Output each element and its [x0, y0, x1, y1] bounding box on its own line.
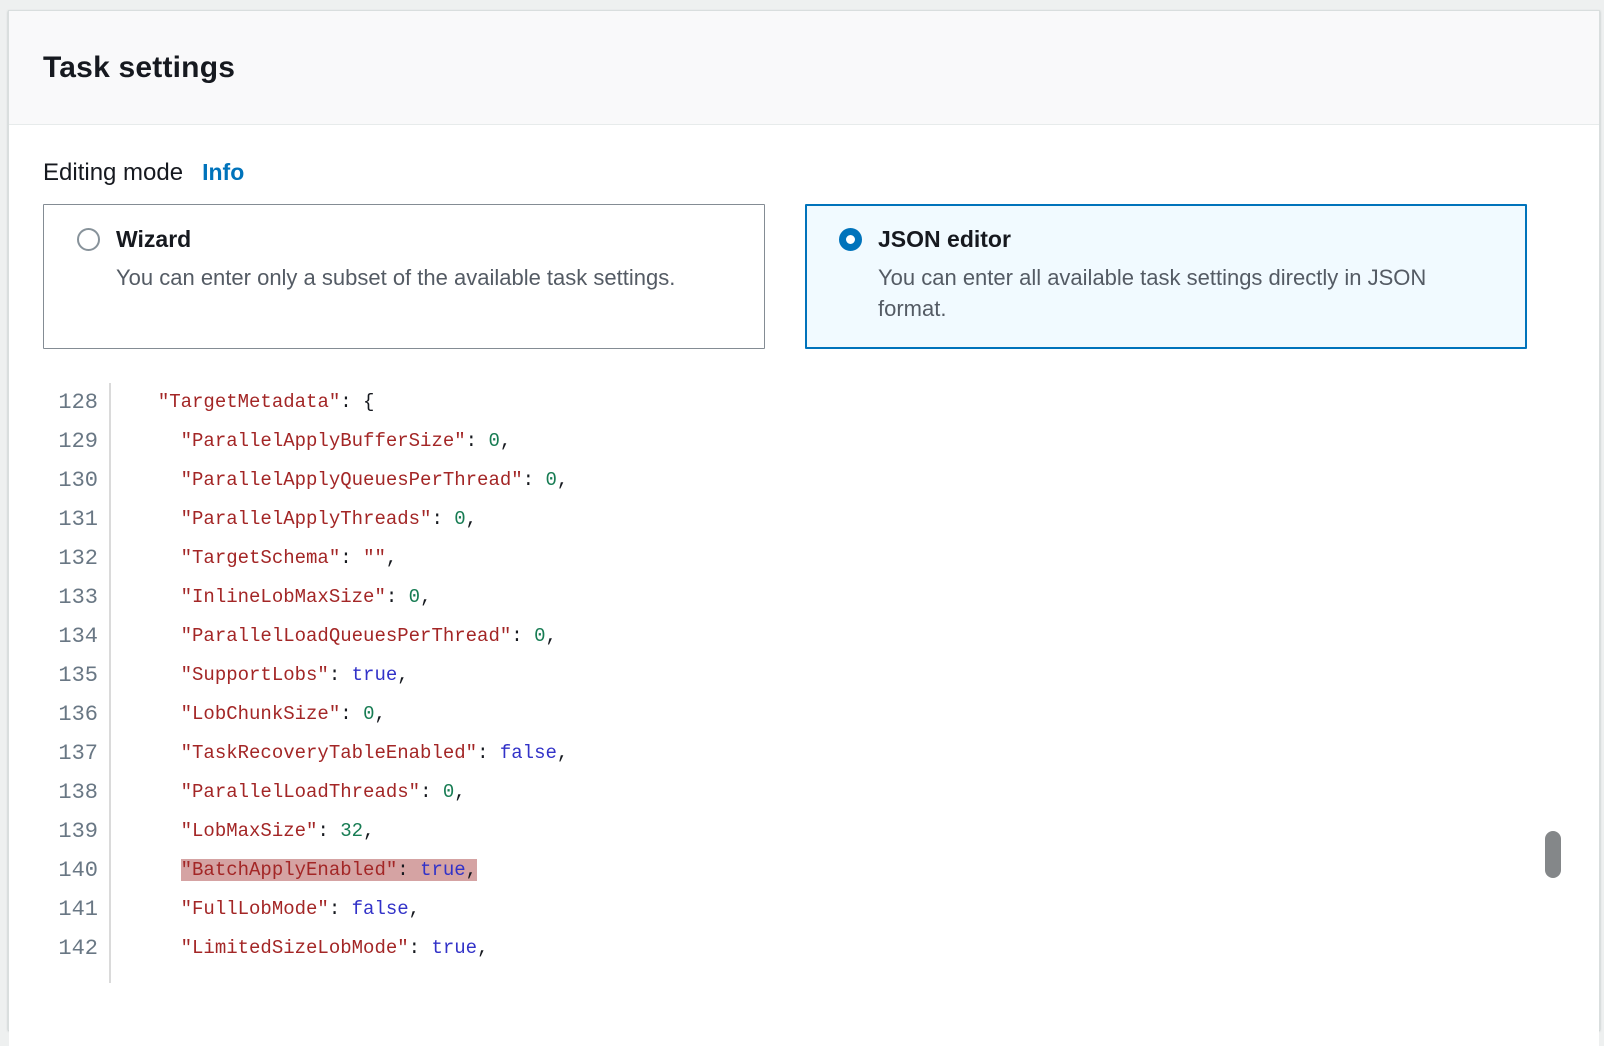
code-line[interactable]: 131 "ParallelApplyThreads": 0, [9, 500, 1599, 539]
code-line[interactable]: 133 "InlineLobMaxSize": 0, [9, 578, 1599, 617]
editing-mode-row: Editing mode Info [43, 159, 1599, 187]
tile-json-editor[interactable]: JSON editor You can enter all available … [805, 204, 1527, 349]
code-line[interactable]: 139 "LobMaxSize": 32, [9, 812, 1599, 851]
line-number: 138 [9, 773, 111, 812]
line-number: 137 [9, 734, 111, 773]
editing-mode-tiles: Wizard You can enter only a subset of th… [43, 204, 1565, 349]
code-line[interactable]: 141 "FullLobMode": false, [9, 890, 1599, 929]
task-settings-panel: Task settings Editing mode Info Wizard Y… [8, 10, 1600, 1030]
scrollbar-thumb[interactable] [1545, 831, 1561, 878]
line-number: 129 [9, 422, 111, 461]
code-content[interactable]: "BatchApplyEnabled": true, [111, 851, 477, 890]
tile-wizard-label: Wizard [116, 226, 191, 253]
panel-header: Task settings [9, 11, 1599, 125]
code-gutter-tail [9, 968, 1599, 983]
line-number: 141 [9, 890, 111, 929]
code-line[interactable]: 142 "LimitedSizeLobMode": true, [9, 929, 1599, 968]
info-link[interactable]: Info [202, 159, 244, 186]
editing-mode-label: Editing mode [43, 159, 183, 187]
code-content[interactable]: "ParallelLoadThreads": 0, [111, 773, 466, 812]
line-number: 140 [9, 851, 111, 890]
line-number: 132 [9, 539, 111, 578]
json-code-editor[interactable]: 128 "TargetMetadata": {129 "ParallelAppl… [9, 383, 1599, 983]
code-content[interactable]: "ParallelLoadQueuesPerThread": 0, [111, 617, 557, 656]
json-editor-radio-icon[interactable] [839, 228, 862, 251]
tile-wizard-description: You can enter only a subset of the avail… [116, 262, 736, 293]
line-number: 139 [9, 812, 111, 851]
code-line[interactable]: 137 "TaskRecoveryTableEnabled": false, [9, 734, 1599, 773]
code-line[interactable]: 138 "ParallelLoadThreads": 0, [9, 773, 1599, 812]
code-content[interactable]: "SupportLobs": true, [111, 656, 409, 695]
tile-wizard-top: Wizard [77, 226, 742, 253]
code-content[interactable]: "TargetMetadata": { [111, 383, 374, 422]
wizard-radio-icon[interactable] [77, 228, 100, 251]
code-content[interactable]: "InlineLobMaxSize": 0, [111, 578, 431, 617]
code-content[interactable]: "ParallelApplyThreads": 0, [111, 500, 477, 539]
code-content[interactable]: "ParallelApplyQueuesPerThread": 0, [111, 461, 568, 500]
line-number: 128 [9, 383, 111, 422]
code-line[interactable]: 134 "ParallelLoadQueuesPerThread": 0, [9, 617, 1599, 656]
tile-json-editor-top: JSON editor [839, 226, 1504, 253]
code-line[interactable]: 135 "SupportLobs": true, [9, 656, 1599, 695]
line-number: 130 [9, 461, 111, 500]
code-line[interactable]: 128 "TargetMetadata": { [9, 383, 1599, 422]
tile-json-editor-description: You can enter all available task setting… [878, 262, 1498, 324]
line-number: 136 [9, 695, 111, 734]
code-line[interactable]: 136 "LobChunkSize": 0, [9, 695, 1599, 734]
code-line[interactable]: 130 "ParallelApplyQueuesPerThread": 0, [9, 461, 1599, 500]
tile-json-editor-label: JSON editor [878, 226, 1011, 253]
highlighted-code[interactable]: "BatchApplyEnabled": true, [181, 859, 477, 881]
code-content[interactable]: "TargetSchema": "", [111, 539, 397, 578]
code-content[interactable]: "LobMaxSize": 32, [111, 812, 374, 851]
line-number: 142 [9, 929, 111, 968]
line-number: 134 [9, 617, 111, 656]
line-number: 131 [9, 500, 111, 539]
page-title: Task settings [43, 51, 235, 85]
panel-body: Editing mode Info Wizard You can enter o… [9, 159, 1599, 1046]
code-line[interactable]: 129 "ParallelApplyBufferSize": 0, [9, 422, 1599, 461]
code-content[interactable]: "FullLobMode": false, [111, 890, 420, 929]
line-number: 133 [9, 578, 111, 617]
code-line[interactable]: 140 "BatchApplyEnabled": true, [9, 851, 1599, 890]
code-content[interactable]: "ParallelApplyBufferSize": 0, [111, 422, 511, 461]
line-number: 135 [9, 656, 111, 695]
tile-wizard[interactable]: Wizard You can enter only a subset of th… [43, 204, 765, 349]
code-content[interactable]: "LimitedSizeLobMode": true, [111, 929, 488, 968]
code-content[interactable]: "LobChunkSize": 0, [111, 695, 386, 734]
code-lines: 128 "TargetMetadata": {129 "ParallelAppl… [9, 383, 1599, 968]
code-content[interactable]: "TaskRecoveryTableEnabled": false, [111, 734, 568, 773]
code-line[interactable]: 132 "TargetSchema": "", [9, 539, 1599, 578]
